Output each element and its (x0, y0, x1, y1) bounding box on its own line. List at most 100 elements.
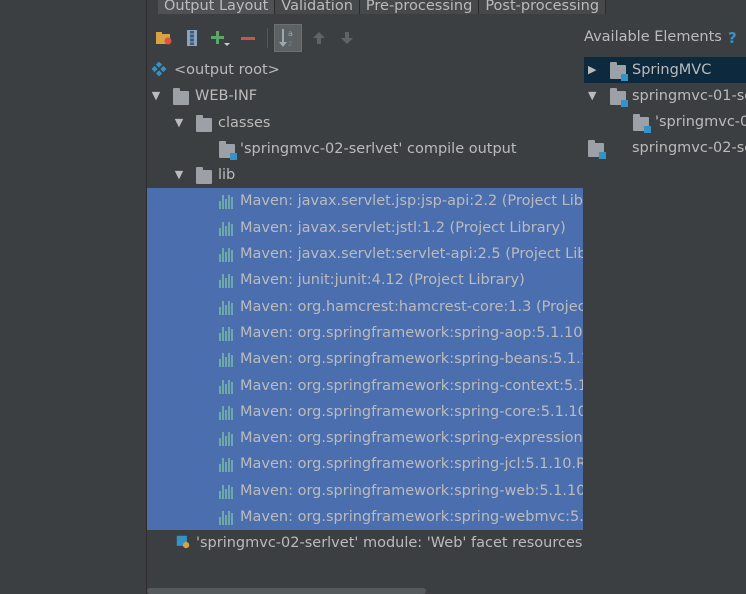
available-item-springmvc-01-output[interactable]: 'springmvc-01-servlet' (584, 109, 746, 135)
tree-item-label: Maven: javax.servlet:servlet-api:2.5 (Pr… (240, 246, 583, 263)
library-icon (219, 484, 235, 499)
tree-item-label: Maven: org.springframework:spring-contex… (240, 377, 583, 394)
tree-item-label: 'springmvc-02-serlvet' module: 'Web' fac… (196, 535, 583, 552)
library-icon (219, 326, 235, 341)
tab-pre-processing[interactable]: Pre-processing (359, 0, 480, 14)
tree-item-library[interactable]: Maven: org.springframework:spring-beans:… (147, 346, 583, 373)
tree-item-library[interactable]: Maven: junit:junit:4.12 (Project Library… (147, 267, 583, 294)
move-up-button[interactable] (308, 27, 330, 49)
library-icon (219, 458, 235, 473)
available-item-label: SpringMVC (632, 62, 712, 78)
sort-alpha-icon: a z (279, 29, 293, 48)
tree-item-label: Maven: junit:junit:4.12 (Project Library… (240, 272, 525, 289)
tree-item-classes[interactable]: ▼ classes (147, 110, 583, 136)
available-item-label: springmvc-02-serlvet (632, 140, 746, 156)
tree-item-label: Maven: org.hamcrest:hamcrest-core:1.3 (P… (240, 298, 583, 315)
available-item-springmvc-02[interactable]: springmvc-02-serlvet (584, 135, 746, 161)
remove-button[interactable] (237, 27, 259, 49)
tab-validation[interactable]: Validation (275, 0, 360, 14)
available-item-springmvc-01[interactable]: ▼ springmvc-01-servlet (584, 83, 746, 109)
tree-item-facet-resources[interactable]: 'springmvc-02-serlvet' module: 'Web' fac… (147, 530, 583, 556)
tree-item-library[interactable]: Maven: org.springframework:spring-webmvc… (147, 504, 583, 531)
help-icon[interactable]: ? (728, 29, 737, 47)
library-icon (219, 274, 235, 289)
toolbar: a z (147, 22, 583, 54)
tree-item-label: <output root> (174, 62, 280, 78)
tree-item-label: Maven: org.springframework:spring-expres… (240, 430, 583, 447)
tree-item-library[interactable]: Maven: org.springframework:spring-aop:5.… (147, 319, 583, 347)
folder-icon (173, 88, 189, 106)
add-icon (211, 31, 230, 46)
tree-item-label: Maven: org.springframework:spring-webmvc… (240, 509, 583, 526)
directory-button[interactable] (181, 27, 203, 49)
available-elements-label: Available Elements (584, 29, 722, 45)
tree-item-library[interactable]: Maven: org.springframework:spring-contex… (147, 372, 583, 399)
tree-item-label: Maven: javax.servlet:jstl:1.2 (Project L… (240, 219, 566, 236)
directory-icon (187, 30, 197, 46)
move-down-icon (341, 32, 353, 44)
sort-alpha-button[interactable]: a z (274, 24, 302, 52)
chevron-down-icon[interactable]: ▼ (172, 162, 186, 188)
library-icon (219, 405, 235, 420)
tree-item-label: WEB-INF (195, 88, 258, 105)
tab-output-layout[interactable]: Output Layout (158, 0, 276, 14)
web-facet-icon (176, 536, 190, 549)
library-icon (219, 248, 235, 263)
horizontal-scrollbar[interactable] (147, 588, 426, 594)
left-gutter (0, 0, 147, 594)
toolbar-separator (267, 28, 268, 48)
tree-item-library[interactable]: Maven: javax.servlet:jstl:1.2 (Project L… (147, 214, 583, 242)
remove-icon (241, 37, 255, 40)
available-elements-tree[interactable]: ▶ SpringMVC ▼ springmvc-01-servlet 'spri… (584, 57, 746, 161)
tree-item-output-root[interactable]: <output root> (147, 57, 583, 83)
folder-icon (196, 167, 212, 185)
module-folder-icon (610, 62, 628, 81)
tree-item-label: classes (218, 114, 271, 131)
library-icon (219, 353, 235, 368)
output-layout-tree[interactable]: <output root> ▼ WEB-INF ▼ classes 'sprin… (147, 57, 583, 557)
tree-item-library[interactable]: Maven: javax.servlet.jsp:jsp-api:2.2 (Pr… (147, 188, 583, 215)
module-folder-icon (588, 140, 606, 159)
tree-item-label: 'springmvc-02-serlvet' compile output (240, 140, 517, 157)
tree-item-library[interactable]: Maven: org.springframework:spring-jcl:5.… (147, 451, 583, 478)
tree-item-library[interactable]: Maven: javax.servlet:servlet-api:2.5 (Pr… (147, 241, 583, 268)
tree-item-label: Maven: org.springframework:spring-jcl:5.… (240, 456, 583, 473)
move-up-icon (313, 32, 325, 44)
library-icon (219, 221, 235, 236)
tree-item-compile-output[interactable]: 'springmvc-02-serlvet' compile output (147, 136, 583, 162)
library-list: Maven: javax.servlet.jsp:jsp-api:2.2 (Pr… (147, 188, 583, 531)
library-icon (219, 379, 235, 394)
available-item-label: 'springmvc-01-servlet' (655, 114, 746, 130)
tree-item-lib[interactable]: ▼ lib (147, 162, 583, 188)
tree-item-label: Maven: org.springframework:spring-core:5… (240, 403, 583, 420)
chevron-right-icon[interactable]: ▶ (588, 57, 596, 83)
svg-text:z: z (288, 39, 292, 48)
module-folder-icon (633, 114, 651, 133)
tree-item-library[interactable]: Maven: org.springframework:spring-web:5.… (147, 477, 583, 505)
tree-item-label: lib (218, 167, 236, 184)
tab-post-processing[interactable]: Post-processing (479, 0, 607, 14)
output-root-icon (151, 62, 167, 76)
tree-item-web-inf[interactable]: ▼ WEB-INF (147, 83, 583, 109)
module-folder-icon (219, 140, 237, 160)
folder-icon (196, 114, 212, 132)
tree-item-label: Maven: javax.servlet.jsp:jsp-api:2.2 (Pr… (240, 193, 583, 210)
tree-item-label: Maven: org.springframework:spring-aop:5.… (240, 324, 583, 341)
module-folder-icon (610, 88, 628, 107)
available-item-label: springmvc-01-servlet (632, 88, 746, 104)
tree-item-library[interactable]: Maven: org.springframework:spring-core:5… (147, 398, 583, 426)
new-archive-button[interactable] (153, 27, 175, 49)
move-down-button[interactable] (336, 27, 358, 49)
tab-bar: Output Layout Validation Pre-processing … (158, 0, 607, 16)
library-icon (219, 432, 235, 447)
new-archive-icon (156, 32, 172, 45)
chevron-down-icon[interactable]: ▼ (588, 83, 596, 109)
add-button[interactable] (209, 27, 231, 49)
library-icon (219, 300, 235, 315)
available-item-springmvc[interactable]: ▶ SpringMVC (584, 57, 746, 83)
tree-item-library[interactable]: Maven: org.springframework:spring-expres… (147, 425, 583, 452)
chevron-down-icon[interactable]: ▼ (149, 83, 163, 109)
tree-item-label: Maven: org.springframework:spring-beans:… (240, 351, 583, 368)
chevron-down-icon[interactable]: ▼ (172, 110, 186, 136)
tree-item-library[interactable]: Maven: org.hamcrest:hamcrest-core:1.3 (P… (147, 293, 583, 320)
